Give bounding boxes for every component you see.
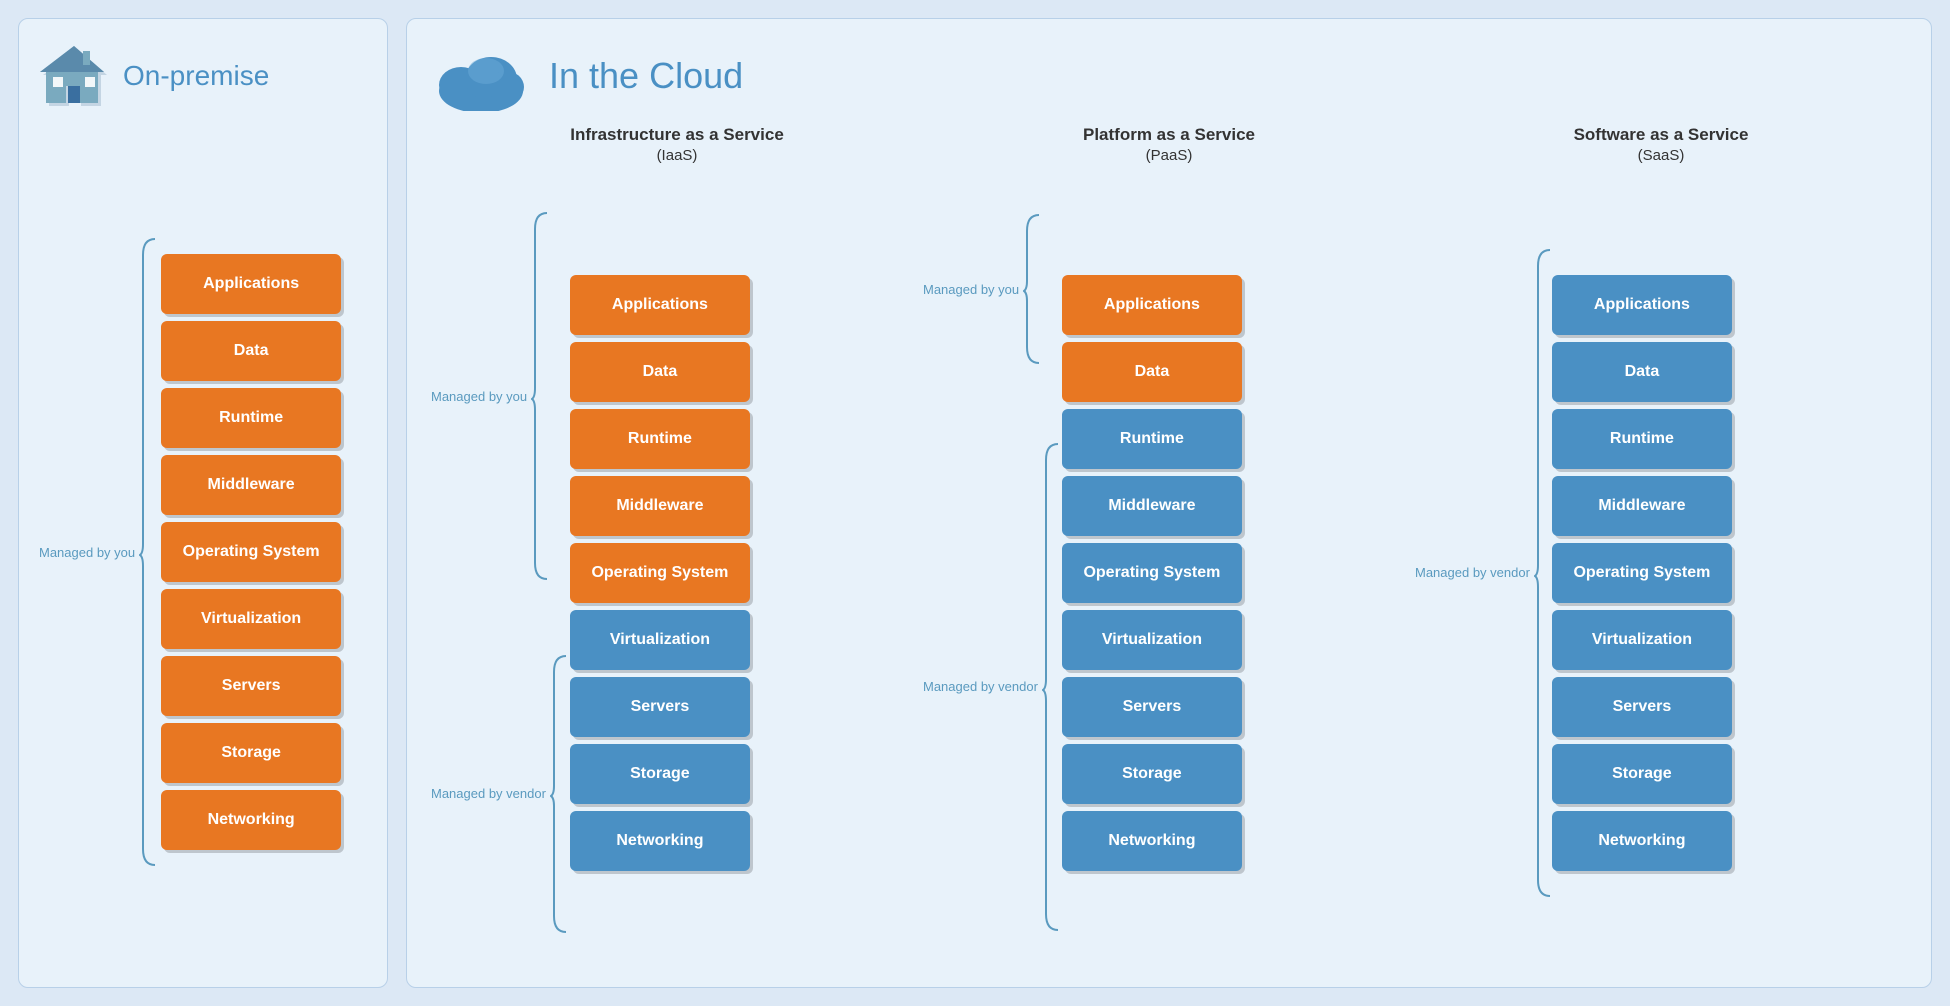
stack-box-data: Data	[1552, 342, 1732, 402]
saas-managed-vendor-label: Managed by vendor	[1415, 565, 1530, 580]
stack-box-applications: Applications	[1552, 275, 1732, 335]
iaas-managed-you-label: Managed by you	[431, 389, 527, 404]
stack-box-applications: Applications	[1062, 275, 1242, 335]
iaas-bracket-vendor	[550, 654, 568, 934]
saas-subtitle: (SaaS)	[1638, 147, 1685, 164]
stack-box-middleware: Middleware	[1552, 476, 1732, 536]
on-premise-title: On-premise	[123, 60, 269, 92]
paas-bracket-you	[1023, 213, 1041, 365]
house-icon	[39, 41, 109, 111]
on-prem-managed-label: Managed by you	[39, 545, 135, 560]
stack-box-storage: Storage	[1552, 744, 1732, 804]
stack-box-virtualization: Virtualization	[161, 589, 341, 649]
iaas-subtitle: (IaaS)	[657, 147, 698, 164]
stack-box-data: Data	[570, 342, 750, 402]
paas-managed-you-label: Managed by you	[923, 282, 1019, 297]
paas-column: Platform as a Service (PaaS) Managed by …	[923, 125, 1415, 965]
cloud-icon	[431, 41, 531, 111]
stack-box-operating-system: Operating System	[1552, 543, 1732, 603]
main-container: On-premise Managed by you Applications Da…	[0, 0, 1950, 1006]
paas-title: Platform as a Service	[1083, 125, 1255, 145]
stack-box-storage: Storage	[161, 723, 341, 783]
stack-box-virtualization: Virtualization	[1062, 610, 1242, 670]
stack-box-operating-system: Operating System	[570, 543, 750, 603]
iaas-bracket-you	[531, 211, 549, 581]
saas-bracket-vendor	[1534, 248, 1552, 898]
stack-box-data: Data	[161, 321, 341, 381]
stack-box-servers: Servers	[1062, 677, 1242, 737]
stack-box-data: Data	[1062, 342, 1242, 402]
stack-box-applications: Applications	[161, 254, 341, 314]
on-premise-panel: On-premise Managed by you Applications Da…	[18, 18, 388, 988]
paas-boxes: Applications Data Runtime Middleware Operati…	[1062, 275, 1242, 871]
paas-bracket-vendor	[1042, 442, 1060, 932]
stack-box-middleware: Middleware	[1062, 476, 1242, 536]
stack-box-runtime: Runtime	[161, 388, 341, 448]
stack-box-servers: Servers	[570, 677, 750, 737]
stack-box-storage: Storage	[570, 744, 750, 804]
stack-box-servers: Servers	[1552, 677, 1732, 737]
paas-managed-vendor-label: Managed by vendor	[923, 679, 1038, 694]
stack-box-operating-system: Operating System	[1062, 543, 1242, 603]
iaas-boxes: Applications Data Runtime Middleware Operati…	[570, 275, 750, 871]
stack-box-virtualization: Virtualization	[1552, 610, 1732, 670]
stack-box-middleware: Middleware	[161, 455, 341, 515]
on-prem-bracket	[139, 237, 157, 867]
stack-box-virtualization: Virtualization	[570, 610, 750, 670]
stack-box-runtime: Runtime	[1062, 409, 1242, 469]
on-premise-header: On-premise	[39, 41, 269, 111]
stack-box-runtime: Runtime	[570, 409, 750, 469]
on-prem-stack: Managed by you Applications Data Runtime Mi…	[39, 139, 367, 965]
cloud-services: Infrastructure as a Service (IaaS) Manag…	[431, 125, 1907, 965]
stack-box-networking: Networking	[1552, 811, 1732, 871]
stack-box-runtime: Runtime	[1552, 409, 1732, 469]
stack-box-networking: Networking	[161, 790, 341, 850]
stack-box-storage: Storage	[1062, 744, 1242, 804]
stack-box-servers: Servers	[161, 656, 341, 716]
stack-box-middleware: Middleware	[570, 476, 750, 536]
stack-box-networking: Networking	[570, 811, 750, 871]
iaas-title: Infrastructure as a Service	[570, 125, 784, 145]
saas-title: Software as a Service	[1574, 125, 1749, 145]
stack-box-applications: Applications	[570, 275, 750, 335]
on-prem-boxes: Applications Data Runtime Middleware Operati…	[161, 254, 341, 850]
iaas-column: Infrastructure as a Service (IaaS) Manag…	[431, 125, 923, 965]
iaas-managed-vendor-label: Managed by vendor	[431, 786, 546, 801]
cloud-header: In the Cloud	[431, 41, 1907, 111]
cloud-title: In the Cloud	[549, 55, 743, 97]
paas-subtitle: (PaaS)	[1146, 147, 1193, 164]
saas-boxes: Applications Data Runtime Middleware Operati…	[1552, 275, 1732, 871]
stack-box-operating-system: Operating System	[161, 522, 341, 582]
cloud-panel: In the Cloud Infrastructure as a Service…	[406, 18, 1932, 988]
saas-column: Software as a Service (SaaS) Managed by …	[1415, 125, 1907, 965]
stack-box-networking: Networking	[1062, 811, 1242, 871]
